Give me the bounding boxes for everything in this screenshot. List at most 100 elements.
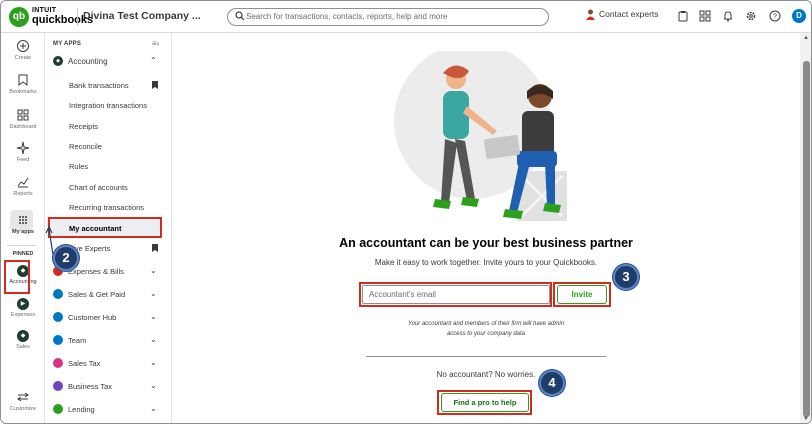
highlight-box-invite	[553, 282, 611, 307]
note-line-1: Your accountant and members of their fir…	[407, 321, 565, 327]
my-apps-panel: MY APPS ≡› ◆ Accounting ⌃ Bank transacti…	[45, 33, 172, 423]
app-customer-hub[interactable]: Customer Hub ⌄	[51, 311, 165, 325]
expert-avatar-icon	[586, 9, 595, 21]
no-accountant-text: No accountant? No worries.	[436, 370, 536, 379]
nav-reconcile[interactable]: Reconcile	[69, 142, 102, 151]
accountant-illustration	[394, 51, 567, 221]
team-icon	[53, 335, 63, 345]
chevron-down-icon: ⌄	[150, 358, 157, 367]
callout-step-4: 4	[539, 370, 565, 396]
main-content: An accountant can be your best business …	[172, 33, 800, 423]
plus-circle-icon	[17, 40, 29, 52]
rail-sales-label: Sales	[16, 344, 30, 350]
bookmark-filled-icon[interactable]	[152, 81, 158, 89]
rail-bookmarks-label: Bookmarks	[9, 89, 37, 95]
sales-tax-icon	[53, 358, 63, 368]
main-scrollbar[interactable]: ▲ ▼	[800, 33, 811, 423]
nav-integration-transactions[interactable]: Integration transactions	[69, 101, 147, 110]
sales-get-paid-icon	[53, 289, 63, 299]
nav-bank-transactions[interactable]: Bank transactions	[69, 81, 129, 90]
rail-reports[interactable]: Reports	[1, 175, 45, 197]
search-placeholder: Search for transactions, contacts, repor…	[246, 12, 448, 21]
accounting-app-label: Accounting	[68, 57, 108, 66]
my-apps-heading: MY APPS	[53, 41, 82, 47]
scroll-up-icon[interactable]: ▲	[803, 35, 809, 41]
app-customer-hub-label: Customer Hub	[68, 313, 117, 322]
chevron-up-icon: ⌃	[150, 56, 157, 65]
rail-customize[interactable]: Customize	[1, 390, 45, 412]
highlight-box-my-accountant	[48, 217, 162, 238]
sales-icon: ◆	[17, 330, 29, 342]
scroll-thumb[interactable]	[803, 61, 810, 417]
app-team[interactable]: Team ⌄	[51, 334, 165, 348]
search-icon	[235, 11, 245, 21]
accounting-app-row[interactable]: ◆ Accounting ⌃	[51, 55, 165, 69]
scroll-down-icon[interactable]: ▼	[803, 416, 809, 422]
highlight-box-find-pro	[437, 390, 532, 415]
customer-hub-icon	[53, 312, 63, 322]
callout-step-3: 3	[613, 264, 639, 290]
contact-experts-label: Contact experts	[599, 9, 659, 19]
chevron-down-icon: ⌄	[150, 335, 157, 344]
collapse-panel-icon[interactable]: ≡›	[152, 39, 159, 48]
expenses-icon: ▶	[17, 298, 29, 310]
user-avatar[interactable]: D	[792, 9, 806, 23]
clipboard-icon[interactable]	[677, 10, 689, 22]
highlight-box-accounting	[4, 260, 30, 294]
gear-icon[interactable]	[745, 10, 757, 22]
callout-step-2: 2	[53, 245, 79, 271]
chevron-down-icon: ⌄	[150, 266, 157, 275]
app-business-tax[interactable]: Business Tax ⌄	[51, 380, 165, 394]
feed-sparkle-icon	[16, 141, 30, 155]
nav-receipts[interactable]: Receipts	[69, 122, 98, 131]
app-expenses-bills-label: Expenses & Bills	[68, 267, 124, 276]
app-team-label: Team	[68, 336, 87, 345]
nav-chart-of-accounts[interactable]: Chart of accounts	[69, 183, 128, 192]
apps-grid-icon	[19, 216, 27, 224]
chevron-down-icon: ⌄	[150, 404, 157, 413]
chevron-down-icon: ⌄	[150, 312, 157, 321]
accounting-app-icon: ◆	[53, 56, 63, 66]
app-sales-tax-label: Sales Tax	[68, 359, 101, 368]
lending-icon	[53, 404, 63, 414]
chevron-down-icon: ⌄	[150, 381, 157, 390]
admin-access-note: Your accountant and members of their fir…	[372, 319, 600, 339]
page-subline: Make it easy to work together. Invite yo…	[374, 258, 598, 267]
dashboard-icon	[17, 109, 29, 121]
rail-customize-label: Customize	[10, 406, 36, 412]
rail-dashboard-label: Dashboard	[9, 124, 37, 130]
app-sales-get-paid[interactable]: Sales & Get Paid ⌄	[51, 288, 165, 302]
app-sales-tax[interactable]: Sales Tax ⌄	[51, 357, 165, 371]
nav-recurring-transactions[interactable]: Recurring transactions	[69, 203, 144, 212]
svg-text:?: ?	[773, 14, 777, 21]
rail-feed[interactable]: Feed	[1, 141, 45, 163]
section-divider	[366, 356, 606, 357]
nav-rules[interactable]: Rules	[69, 162, 88, 171]
note-line-2: access to your company data	[446, 331, 526, 337]
divider	[77, 8, 78, 26]
app-lending[interactable]: Lending ⌄	[51, 403, 165, 417]
search-input[interactable]: Search for transactions, contacts, repor…	[227, 8, 549, 26]
app-business-tax-label: Business Tax	[68, 382, 113, 391]
bell-icon[interactable]	[722, 10, 734, 22]
chevron-down-icon: ⌄	[150, 289, 157, 298]
app-sales-get-paid-label: Sales & Get Paid	[68, 290, 126, 299]
quickbooks-logo-icon[interactable]: qb	[9, 7, 29, 27]
rail-bookmarks[interactable]: Bookmarks	[1, 73, 45, 95]
grid-apps-icon[interactable]	[699, 10, 711, 22]
bookmark-filled-icon[interactable]	[152, 244, 158, 252]
top-bar: qb INTUIT quickbooks Divina Test Company…	[1, 1, 811, 33]
rail-create[interactable]: Create	[1, 39, 45, 61]
business-tax-icon	[53, 381, 63, 391]
contact-experts-button[interactable]: Contact experts	[586, 9, 659, 21]
rail-dashboard[interactable]: Dashboard	[1, 108, 45, 130]
customize-arrows-icon	[17, 392, 29, 402]
rail-expenses[interactable]: ▶ Expenses	[1, 298, 45, 318]
rail-create-label: Create	[14, 55, 32, 61]
rail-reports-label: Reports	[13, 191, 33, 197]
help-icon[interactable]: ?	[769, 10, 781, 22]
company-name[interactable]: Divina Test Company ...	[83, 10, 201, 22]
highlight-box-email	[359, 282, 552, 307]
app-lending-label: Lending	[68, 405, 95, 414]
rail-sales[interactable]: ◆ Sales	[1, 330, 45, 350]
